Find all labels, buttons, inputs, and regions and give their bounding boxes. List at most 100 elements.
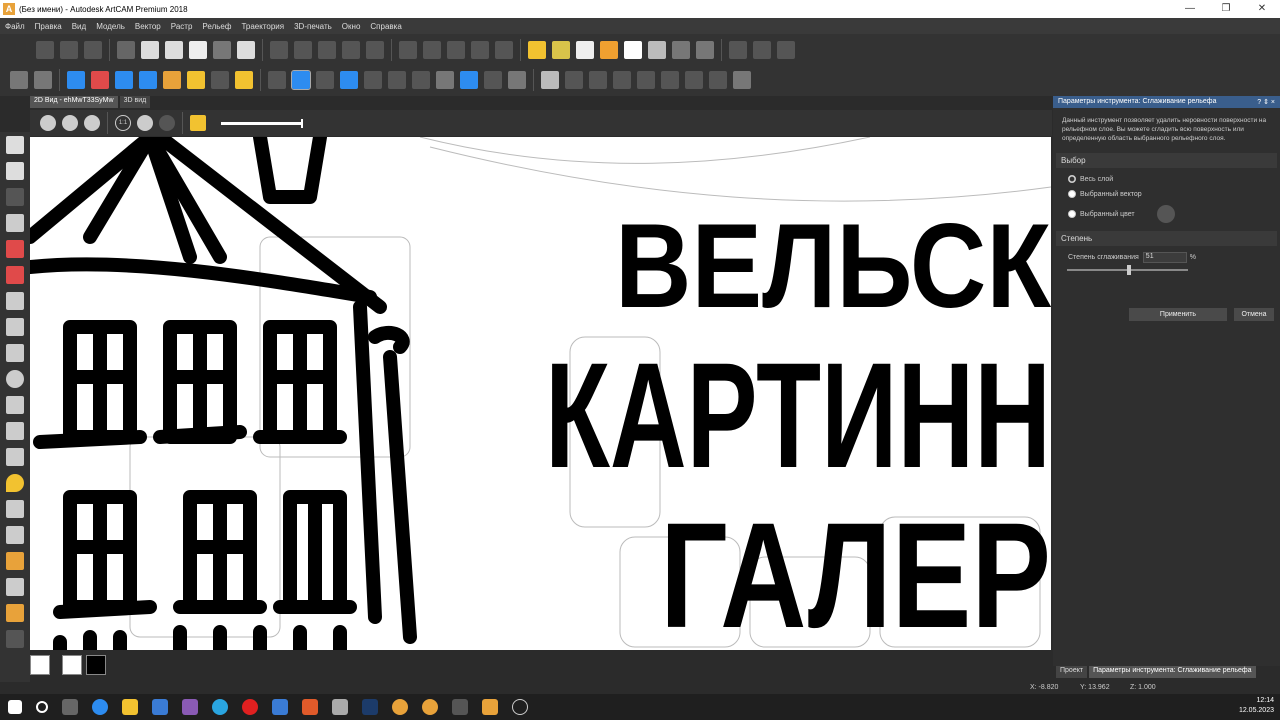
menu-raster[interactable]: Растр (166, 22, 198, 31)
brightness-slider[interactable] (221, 118, 303, 128)
search-icon[interactable] (36, 701, 48, 713)
menu-window[interactable]: Окно (337, 22, 366, 31)
relief-tool-3-icon[interactable] (340, 71, 358, 89)
slider-thumb[interactable] (301, 118, 303, 128)
minimize-button[interactable]: — (1172, 0, 1208, 18)
relief-tool-6-icon[interactable] (412, 71, 430, 89)
pencil-icon[interactable] (6, 240, 24, 258)
relief-tool-13-icon[interactable] (613, 71, 631, 89)
paint-icon[interactable] (6, 500, 24, 518)
calculator-icon[interactable] (272, 699, 288, 715)
highlight-icon[interactable] (190, 115, 206, 131)
sparkle-icon[interactable] (624, 41, 642, 59)
circle-icon[interactable] (6, 370, 24, 388)
wave-icon[interactable] (777, 41, 795, 59)
redo-icon[interactable] (213, 41, 231, 59)
menu-vector[interactable]: Вектор (130, 22, 166, 31)
menu-3d-print[interactable]: 3D-печать (289, 22, 337, 31)
artcam-taskbar-icon[interactable] (482, 699, 498, 715)
group-icon[interactable] (399, 41, 417, 59)
mirror-icon[interactable] (366, 41, 384, 59)
system-clock[interactable]: 12:14 12.05.2023 (1239, 696, 1274, 716)
app-icon-4[interactable] (452, 699, 468, 715)
relief-texture-icon[interactable] (163, 71, 181, 89)
undo-icon[interactable] (189, 41, 207, 59)
windows-start-icon[interactable] (8, 700, 22, 714)
app-icon-3[interactable] (332, 699, 348, 715)
paint-bucket-icon[interactable] (6, 604, 24, 622)
wand-icon[interactable] (600, 41, 618, 59)
zoom-1-1-icon[interactable]: 1:1 (115, 115, 131, 131)
relief-tool-17-icon[interactable] (709, 71, 727, 89)
rotate-icon[interactable] (342, 41, 360, 59)
option-whole-layer[interactable]: Весь слой (1068, 175, 1280, 183)
tab-3d-view[interactable]: 3D вид (119, 96, 151, 108)
relief-merge-icon[interactable] (187, 71, 205, 89)
node-edit-icon[interactable] (6, 162, 24, 180)
transform-tool-icon[interactable] (6, 188, 24, 206)
relief-tool-16-icon[interactable] (685, 71, 703, 89)
radio-whole-layer[interactable] (1068, 175, 1076, 183)
zoom-selection-icon[interactable] (159, 115, 175, 131)
eraser-icon[interactable] (6, 266, 24, 284)
arc-icon[interactable] (6, 422, 24, 440)
apply-button[interactable]: Применить (1129, 308, 1227, 321)
offset-icon[interactable] (495, 41, 513, 59)
new-file-icon[interactable] (36, 41, 54, 59)
draw-brush-icon[interactable] (6, 552, 24, 570)
menu-model[interactable]: Модель (91, 22, 130, 31)
rectangle-icon[interactable] (6, 344, 24, 362)
tab-2d-view[interactable]: 2D Вид - ehMwT33SyMw (30, 96, 118, 108)
relief-blend-icon[interactable] (211, 71, 229, 89)
select-arrow-icon[interactable] (6, 136, 24, 154)
menu-edit[interactable]: Правка (30, 22, 67, 31)
weld-icon[interactable] (447, 41, 465, 59)
photoshop-icon[interactable] (362, 699, 378, 715)
document-icon[interactable] (237, 41, 255, 59)
relief-tool-4-icon[interactable] (364, 71, 382, 89)
menu-relief[interactable]: Рельеф (197, 22, 236, 31)
plus-icon[interactable] (541, 71, 559, 89)
smooth-relief-icon[interactable] (291, 70, 311, 90)
layers-icon[interactable] (648, 41, 666, 59)
mesh-icon[interactable] (34, 71, 52, 89)
menu-toolpath[interactable]: Траектория (236, 22, 289, 31)
relief-tool-8-icon[interactable] (460, 71, 478, 89)
close-button[interactable]: ✕ (1244, 0, 1280, 18)
photos-icon[interactable] (152, 699, 168, 715)
smoothing-value-input[interactable]: 51 (1142, 252, 1187, 263)
radio-selected-color[interactable] (1068, 210, 1076, 218)
tab-tool-params[interactable]: Параметры инструмента: Сглаживание релье… (1089, 666, 1256, 678)
app-icon-1[interactable] (182, 699, 198, 715)
zoom-out-icon[interactable] (62, 115, 78, 131)
folder-import-icon[interactable] (528, 41, 546, 59)
zoom-fit-icon[interactable] (137, 115, 153, 131)
text-tool-icon[interactable] (6, 448, 24, 466)
brush-icon[interactable] (6, 292, 24, 310)
menu-file[interactable]: Файл (0, 22, 30, 31)
line-tool-icon[interactable] (6, 630, 24, 648)
node-icon[interactable] (729, 41, 747, 59)
erase-brush-icon[interactable] (6, 578, 24, 596)
relief-tool-14-icon[interactable] (637, 71, 655, 89)
fill-drop-icon[interactable] (6, 474, 24, 492)
relief-tool-11-icon[interactable] (565, 71, 583, 89)
menu-view[interactable]: Вид (67, 22, 91, 31)
zoom-relief-icon[interactable] (10, 71, 28, 89)
app-icon-5[interactable] (512, 699, 528, 715)
zoom-in-icon[interactable] (40, 115, 56, 131)
shape-icon[interactable] (696, 41, 714, 59)
ungroup-icon[interactable] (423, 41, 441, 59)
copy-icon[interactable] (141, 41, 159, 59)
relief-extrude-icon[interactable] (139, 71, 157, 89)
file-explorer-icon[interactable] (122, 699, 138, 715)
zoom-previous-icon[interactable] (84, 115, 100, 131)
paste-icon[interactable] (165, 41, 183, 59)
save-file-icon[interactable] (84, 41, 102, 59)
menu-help[interactable]: Справка (365, 22, 406, 31)
grid-icon[interactable] (318, 41, 336, 59)
arrow-icon[interactable] (552, 41, 570, 59)
option-selected-color[interactable]: Выбранный цвет (1068, 205, 1280, 223)
relief-shape-icon[interactable] (115, 71, 133, 89)
relief-add-icon[interactable] (67, 71, 85, 89)
